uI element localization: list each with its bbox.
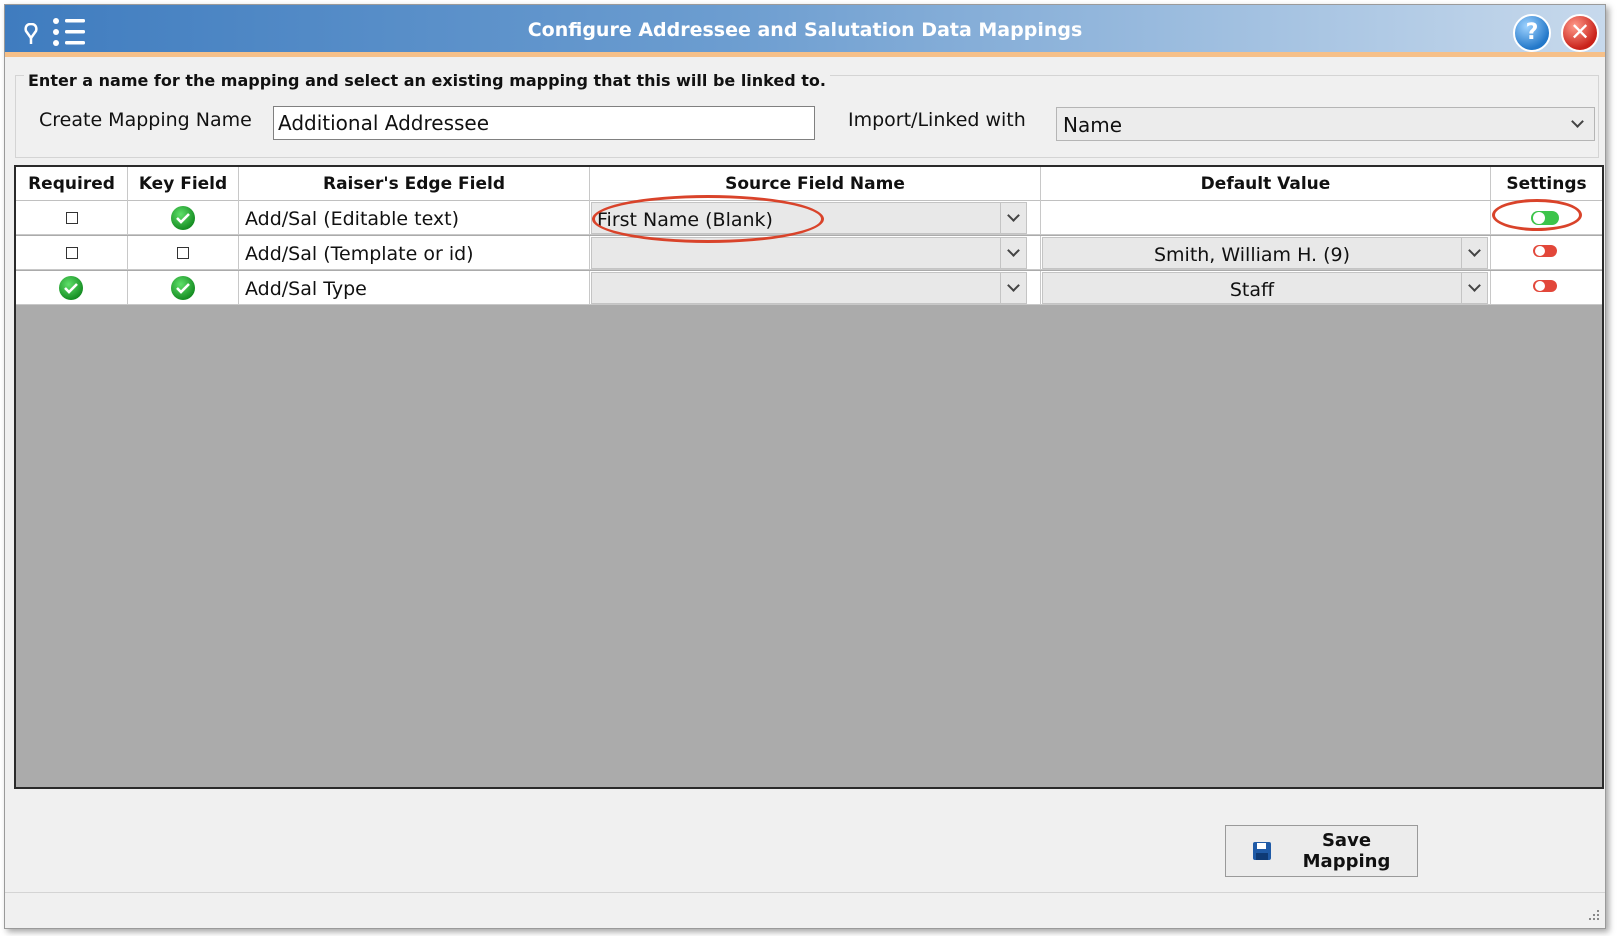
status-bar-divider bbox=[5, 892, 1605, 893]
chevron-down-icon bbox=[1571, 115, 1584, 128]
required-checkbox[interactable] bbox=[66, 247, 78, 259]
annotation-ellipse-source bbox=[592, 195, 824, 243]
header-source-field-name[interactable]: Source Field Name bbox=[590, 167, 1041, 201]
default-value-text: Smith, William H. (9) bbox=[1153, 244, 1351, 266]
raisers-edge-field-text: Add/Sal (Template or id) bbox=[245, 243, 474, 265]
save-mapping-button[interactable]: Save Mapping bbox=[1225, 825, 1418, 877]
annotation-ellipse-settings bbox=[1492, 199, 1582, 231]
chevron-down-icon bbox=[1007, 244, 1020, 257]
check-icon[interactable] bbox=[171, 276, 195, 300]
raisers-edge-field-text: Add/Sal Type bbox=[245, 278, 367, 300]
resize-grip-icon[interactable] bbox=[1587, 908, 1601, 922]
chevron-down-icon bbox=[1007, 279, 1020, 292]
chevron-down-icon bbox=[1468, 279, 1481, 292]
source-field-dropdown[interactable] bbox=[591, 237, 1027, 269]
chevron-down-icon bbox=[1007, 209, 1020, 222]
close-icon[interactable]: ✕ bbox=[1561, 14, 1599, 52]
import-linked-label: Import/Linked with bbox=[848, 109, 1026, 131]
import-linked-select[interactable]: Name bbox=[1056, 107, 1595, 141]
header-default-value[interactable]: Default Value bbox=[1041, 167, 1491, 201]
window-title: Configure Addressee and Salutation Data … bbox=[527, 19, 1083, 41]
toggle-icon[interactable] bbox=[1533, 280, 1557, 292]
mapping-name-input[interactable] bbox=[273, 106, 815, 140]
toggle-icon[interactable] bbox=[1533, 245, 1557, 257]
key-field-checkbox[interactable] bbox=[177, 247, 189, 259]
help-icon[interactable]: ? bbox=[1513, 14, 1551, 52]
mapping-dialog: Configure Addressee and Salutation Data … bbox=[4, 4, 1606, 929]
floppy-disk-icon bbox=[1253, 842, 1271, 860]
title-bar[interactable]: Configure Addressee and Salutation Data … bbox=[5, 5, 1605, 57]
default-value-dropdown[interactable]: Staff bbox=[1042, 272, 1488, 304]
import-linked-value: Name bbox=[1063, 113, 1123, 137]
raisers-edge-field-text: Add/Sal (Editable text) bbox=[245, 208, 460, 230]
table-row: Add/Sal Type Staff bbox=[16, 271, 1602, 305]
header-settings[interactable]: Settings bbox=[1491, 167, 1602, 201]
save-mapping-label: Save Mapping bbox=[1302, 830, 1391, 872]
chevron-down-icon bbox=[1468, 244, 1481, 257]
header-key-field[interactable]: Key Field bbox=[128, 167, 239, 201]
instructions-text: Enter a name for the mapping and select … bbox=[24, 71, 830, 90]
required-checkbox[interactable] bbox=[66, 212, 78, 224]
default-value-dropdown[interactable]: Smith, William H. (9) bbox=[1042, 237, 1488, 269]
mapping-name-label: Create Mapping Name bbox=[39, 109, 252, 131]
table-row: Add/Sal (Template or id) Smith, William … bbox=[16, 236, 1602, 270]
header-required[interactable]: Required bbox=[16, 167, 128, 201]
grid-header: Required Key Field Raiser's Edge Field S… bbox=[16, 167, 1602, 201]
header-raisers-edge-field[interactable]: Raiser's Edge Field bbox=[239, 167, 590, 201]
check-icon[interactable] bbox=[59, 276, 83, 300]
source-field-dropdown[interactable] bbox=[591, 272, 1027, 304]
mapping-grid: Required Key Field Raiser's Edge Field S… bbox=[14, 165, 1604, 789]
check-icon[interactable] bbox=[171, 206, 195, 230]
default-value-text: Staff bbox=[1229, 279, 1275, 301]
